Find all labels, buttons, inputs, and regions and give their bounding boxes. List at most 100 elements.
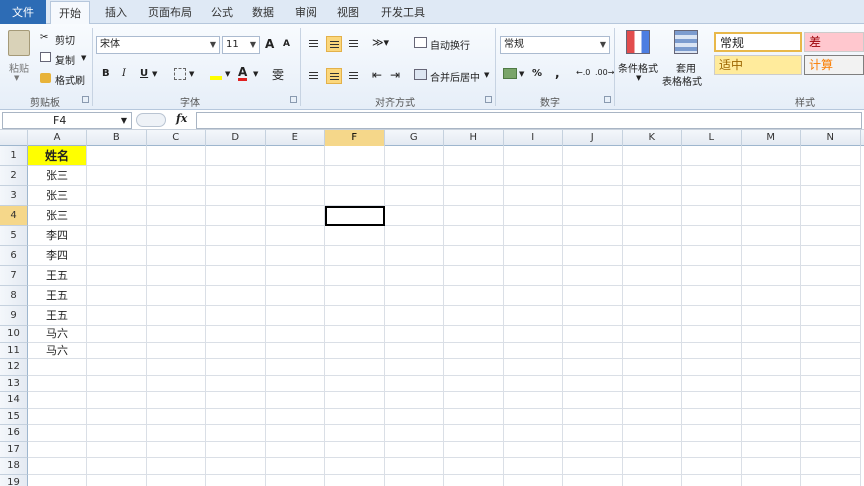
- cell-j11[interactable]: [563, 342, 623, 359]
- cell-f13[interactable]: [325, 375, 385, 392]
- cell-f3[interactable]: [325, 186, 385, 206]
- wrap-text-button[interactable]: 自动换行: [430, 37, 470, 52]
- cell-f10[interactable]: [325, 326, 385, 343]
- cell-c9[interactable]: [146, 306, 206, 326]
- cell-n10[interactable]: [801, 326, 861, 343]
- cell-k4[interactable]: [622, 206, 682, 226]
- cell-j3[interactable]: [563, 186, 623, 206]
- cell-d10[interactable]: [206, 326, 266, 343]
- cell-l19[interactable]: [682, 474, 742, 486]
- cell-h16[interactable]: [444, 425, 504, 442]
- cell-c13[interactable]: [146, 375, 206, 392]
- cell-f12[interactable]: [325, 359, 385, 376]
- cell-a15[interactable]: [28, 408, 87, 425]
- cell-g9[interactable]: [384, 306, 444, 326]
- cell-c8[interactable]: [146, 286, 206, 306]
- cell-j1[interactable]: [563, 146, 623, 166]
- cell-c19[interactable]: [147, 474, 206, 486]
- align-bottom-icon[interactable]: [346, 36, 362, 52]
- cell-m16[interactable]: [741, 425, 801, 442]
- cell-i6[interactable]: [503, 246, 563, 266]
- cell-a2[interactable]: 张三: [28, 166, 87, 186]
- cell-a10[interactable]: 马六: [28, 326, 87, 343]
- cell-k3[interactable]: [622, 186, 682, 206]
- cell-l8[interactable]: [682, 286, 742, 306]
- cell-e16[interactable]: [265, 425, 325, 442]
- row-header-12[interactable]: 12: [0, 359, 28, 376]
- italic-button[interactable]: I: [122, 68, 126, 79]
- cell-c16[interactable]: [146, 425, 206, 442]
- cell-c1[interactable]: [146, 146, 206, 166]
- cell-b5[interactable]: [87, 226, 147, 246]
- number-launcher-icon[interactable]: [604, 96, 611, 103]
- cell-k16[interactable]: [622, 425, 682, 442]
- cell-e10[interactable]: [265, 326, 325, 343]
- cell-e1[interactable]: [265, 146, 325, 166]
- cell-d19[interactable]: [206, 474, 266, 486]
- cell-j8[interactable]: [563, 286, 623, 306]
- tab-view[interactable]: 视图: [328, 0, 368, 24]
- cell-m12[interactable]: [741, 359, 801, 376]
- cell-n1[interactable]: [801, 146, 861, 166]
- cell-k1[interactable]: [622, 146, 682, 166]
- cell-i1[interactable]: [503, 146, 563, 166]
- cell-a3[interactable]: 张三: [28, 186, 87, 206]
- cell-a14[interactable]: [28, 392, 87, 409]
- cell-k2[interactable]: [622, 166, 682, 186]
- cell-n17[interactable]: [801, 441, 861, 458]
- cell-j10[interactable]: [563, 326, 623, 343]
- tab-insert[interactable]: 插入: [96, 0, 136, 24]
- cell-h19[interactable]: [444, 474, 504, 486]
- decrease-decimal-button[interactable]: .00→: [595, 68, 614, 77]
- cell-h14[interactable]: [444, 392, 504, 409]
- cell-a12[interactable]: [28, 359, 87, 376]
- cell-k7[interactable]: [622, 266, 682, 286]
- cell-b10[interactable]: [87, 326, 147, 343]
- cell-g8[interactable]: [384, 286, 444, 306]
- cell-h9[interactable]: [444, 306, 504, 326]
- cell-f9[interactable]: [325, 306, 385, 326]
- font-color-dropdown-icon[interactable]: ▼: [253, 70, 258, 78]
- cell-f5[interactable]: [325, 226, 385, 246]
- row-header-1[interactable]: 1: [0, 146, 28, 166]
- cell-b6[interactable]: [87, 246, 147, 266]
- column-header-i[interactable]: I: [504, 130, 563, 146]
- cell-c11[interactable]: [146, 342, 206, 359]
- cell-l10[interactable]: [682, 326, 742, 343]
- cell-l17[interactable]: [682, 441, 742, 458]
- cell-c17[interactable]: [146, 441, 206, 458]
- cell-e17[interactable]: [265, 441, 325, 458]
- cell-a1[interactable]: 姓名: [28, 146, 87, 166]
- select-all-corner[interactable]: [0, 130, 28, 146]
- cell-l7[interactable]: [682, 266, 742, 286]
- cell-f11[interactable]: [325, 342, 385, 359]
- cell-f6[interactable]: [325, 246, 385, 266]
- cell-n18[interactable]: [801, 458, 861, 475]
- cell-e12[interactable]: [265, 359, 325, 376]
- row-header-13[interactable]: 13: [0, 375, 28, 392]
- cell-m6[interactable]: [741, 246, 801, 266]
- underline-dropdown-icon[interactable]: ▼: [152, 70, 157, 78]
- cell-e18[interactable]: [265, 458, 325, 475]
- cell-h2[interactable]: [444, 166, 504, 186]
- column-header-l[interactable]: L: [682, 130, 742, 146]
- currency-dropdown-icon[interactable]: ▼: [519, 70, 524, 78]
- cell-b17[interactable]: [87, 441, 147, 458]
- cell-m3[interactable]: [741, 186, 801, 206]
- cell-n13[interactable]: [801, 375, 861, 392]
- cell-d9[interactable]: [206, 306, 266, 326]
- cell-d18[interactable]: [206, 458, 266, 475]
- cell-g14[interactable]: [384, 392, 444, 409]
- cell-i11[interactable]: [503, 342, 563, 359]
- cell-e8[interactable]: [265, 286, 325, 306]
- tab-formulas[interactable]: 公式: [202, 0, 242, 24]
- cell-k13[interactable]: [622, 375, 682, 392]
- cell-n5[interactable]: [801, 226, 861, 246]
- column-header-b[interactable]: B: [87, 130, 147, 146]
- cell-l18[interactable]: [682, 458, 742, 475]
- cell-e5[interactable]: [265, 226, 325, 246]
- cell-d8[interactable]: [206, 286, 266, 306]
- cell-m4[interactable]: [741, 206, 801, 226]
- cell-m2[interactable]: [741, 166, 801, 186]
- formula-input[interactable]: [196, 112, 862, 129]
